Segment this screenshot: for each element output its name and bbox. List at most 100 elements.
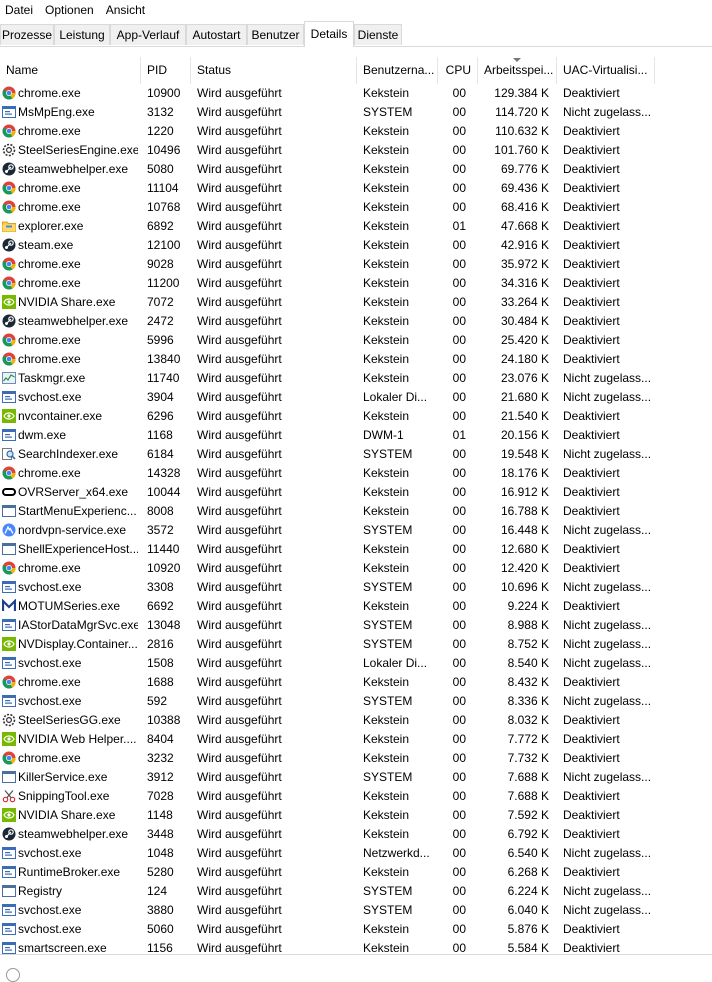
service-icon [2,903,16,917]
table-row[interactable]: KillerService.exe 3912 Wird ausgeführt SYST… [0,768,712,787]
table-row[interactable]: nvcontainer.exe 6296 Wird ausgeführt Kekste… [0,407,712,426]
service-icon [2,428,16,442]
table-row[interactable]: OVRServer_x64.exe 10044 Wird ausgeführt Kek… [0,483,712,502]
process-status: Wird ausgeführt [197,618,282,632]
process-name: svchost.exe [18,694,82,708]
table-row[interactable]: smartscreen.exe 1156 Wird ausgeführt Kekste… [0,939,712,954]
process-name: nvcontainer.exe [18,409,103,423]
process-status: Wird ausgeführt [197,447,282,461]
process-pid: 3308 [147,580,174,594]
table-row[interactable]: chrome.exe 10920 Wird ausgeführt Kekstein 00… [0,559,712,578]
table-row[interactable]: NVDisplay.Container.... 2816 Wird ausgefüh… [0,635,712,654]
process-pid: 2816 [147,637,174,651]
process-status: Wird ausgeführt [197,181,282,195]
table-row[interactable]: RuntimeBroker.exe 5280 Wird ausgeführt Keks… [0,863,712,882]
table-row[interactable]: svchost.exe 592 Wird ausgeführt SYSTEM 00 8.3… [0,692,712,711]
table-row[interactable]: chrome.exe 9028 Wird ausgeführt Kekstein 00 3… [0,255,712,274]
process-pid: 3912 [147,770,174,784]
table-row[interactable]: MOTUMSeries.exe 6692 Wird ausgeführt Kekste… [0,597,712,616]
table-row[interactable]: chrome.exe 1688 Wird ausgeführt Kekstein 00 8… [0,673,712,692]
table-row[interactable]: chrome.exe 10768 Wird ausgeführt Kekstein 00… [0,198,712,217]
column-header-name[interactable]: Name [0,57,141,84]
tab-benutzer[interactable]: Benutzer [247,24,304,45]
table-row[interactable]: SnippingTool.exe 7028 Wird ausgeführt Kekst… [0,787,712,806]
table-row[interactable]: svchost.exe 3880 Wird ausgeführt SYSTEM 00 6.… [0,901,712,920]
process-status: Wird ausgeführt [197,352,282,366]
service-icon [2,922,16,936]
table-row[interactable]: chrome.exe 1220 Wird ausgeführt Kekstein 00 1… [0,122,712,141]
table-row[interactable]: chrome.exe 11200 Wird ausgeführt Kekstein 00… [0,274,712,293]
tab-details[interactable]: Details [304,21,354,47]
menu-optionen[interactable]: Optionen [40,0,101,21]
table-row[interactable]: NVIDIA Share.exe 7072 Wird ausgeführt Kekst… [0,293,712,312]
table-row[interactable]: dwm.exe 1168 Wird ausgeführt DWM-1 01 20.156 … [0,426,712,445]
table-row[interactable]: chrome.exe 11104 Wird ausgeführt Kekstein 00… [0,179,712,198]
tab-app-verlauf[interactable]: App-Verlauf [110,24,186,45]
column-header-cpu[interactable]: CPU [438,57,478,84]
table-row[interactable]: steam.exe 12100 Wird ausgeführt Kekstein 00 4… [0,236,712,255]
chrome-icon [2,124,16,138]
table-row[interactable]: svchost.exe 3308 Wird ausgeführt SYSTEM 00 10… [0,578,712,597]
process-uac: Deaktiviert [563,561,620,575]
table-row[interactable]: chrome.exe 13840 Wird ausgeführt Kekstein 00… [0,350,712,369]
process-uac: Deaktiviert [563,599,620,613]
menu-ansicht[interactable]: Ansicht [101,0,152,21]
tab-autostart[interactable]: Autostart [186,24,247,45]
column-header-status[interactable]: Status [191,57,357,84]
process-name: SteelSeriesEngine.exe [18,143,138,157]
table-row[interactable]: svchost.exe 5060 Wird ausgeführt Kekstein 00… [0,920,712,939]
table-row[interactable]: nordvpn-service.exe 3572 Wird ausgeführt SY… [0,521,712,540]
fewer-details-icon[interactable] [6,968,20,982]
table-row[interactable]: NVIDIA Share.exe 1148 Wird ausgeführt Kekst… [0,806,712,825]
process-user: Kekstein [363,827,410,841]
tab-dienste[interactable]: Dienste [354,24,402,45]
table-row[interactable]: SearchIndexer.exe 6184 Wird ausgeführt SYST… [0,445,712,464]
process-memory: 110.632 K [495,124,549,138]
process-status: Wird ausgeführt [197,599,282,613]
motu-icon [1,598,17,613]
process-memory: 101.760 K [494,143,549,157]
table-row[interactable]: StartMenuExperienc... 8008 Wird ausgeführt… [0,502,712,521]
table-row[interactable]: chrome.exe 5996 Wird ausgeführt Kekstein 00 2… [0,331,712,350]
table-row[interactable]: chrome.exe 14328 Wird ausgeführt Kekstein 00… [0,464,712,483]
column-header-user[interactable]: Benutzerna... [357,57,438,84]
table-row[interactable]: Taskmgr.exe 11740 Wird ausgeführt Kekstein 0… [0,369,712,388]
process-pid: 9028 [147,257,174,271]
table-row[interactable]: NVIDIA Web Helper.... 8404 Wird ausgeführt… [0,730,712,749]
table-row[interactable]: svchost.exe 3904 Wird ausgeführt Lokaler Di… [0,388,712,407]
table-row[interactable]: steamwebhelper.exe 3448 Wird ausgeführt Kek… [0,825,712,844]
table-row[interactable]: steamwebhelper.exe 2472 Wird ausgeführt Kek… [0,312,712,331]
process-uac: Nicht zugelass... [563,523,652,537]
process-uac: Deaktiviert [563,143,620,157]
process-user: Kekstein [363,808,410,822]
table-row[interactable]: SteelSeriesGG.exe 10388 Wird ausgeführt Kek… [0,711,712,730]
table-row[interactable]: MsMpEng.exe 3132 Wird ausgeführt SYSTEM 00 11… [0,103,712,122]
steam-icon [2,314,16,328]
oculus-icon [2,485,16,499]
menu-datei[interactable]: Datei [0,0,40,21]
chrome-icon [2,675,16,689]
table-row[interactable]: explorer.exe 6892 Wird ausgeführt Kekstein 0… [0,217,712,236]
tab-leistung[interactable]: Leistung [54,24,110,45]
column-header-uac[interactable]: UAC-Virtualisi... [557,57,655,84]
table-row[interactable]: svchost.exe 1508 Wird ausgeführt Lokaler Di… [0,654,712,673]
table-row[interactable]: chrome.exe 10900 Wird ausgeführt Kekstein 00… [0,84,712,103]
process-user: SYSTEM [363,770,413,784]
process-memory: 8.032 K [507,713,549,727]
tab-prozesse[interactable]: Prozesse [0,24,54,45]
service-icon [2,846,16,860]
table-row[interactable]: ShellExperienceHost.... 11440 Wird ausgefü… [0,540,712,559]
process-status: Wird ausgeführt [197,466,282,480]
table-row[interactable]: IAStorDataMgrSvc.exe 13048 Wird ausgeführt… [0,616,712,635]
table-row[interactable]: SteelSeriesEngine.exe 10496 Wird ausgeführ… [0,141,712,160]
table-row[interactable]: svchost.exe 1048 Wird ausgeführt Netzwerkd.… [0,844,712,863]
process-memory: 7.688 K [507,770,549,784]
table-row[interactable]: chrome.exe 3232 Wird ausgeführt Kekstein 00 7… [0,749,712,768]
column-header-pid[interactable]: PID [141,57,191,84]
process-pid: 10388 [147,713,181,727]
table-row[interactable]: Registry 124 Wird ausgeführt SYSTEM 00 6.224 … [0,882,712,901]
table-row[interactable]: steamwebhelper.exe 5080 Wird ausgeführt Kek… [0,160,712,179]
process-cpu: 00 [452,865,466,879]
process-memory: 12.420 K [500,561,549,575]
process-cpu: 00 [452,447,466,461]
